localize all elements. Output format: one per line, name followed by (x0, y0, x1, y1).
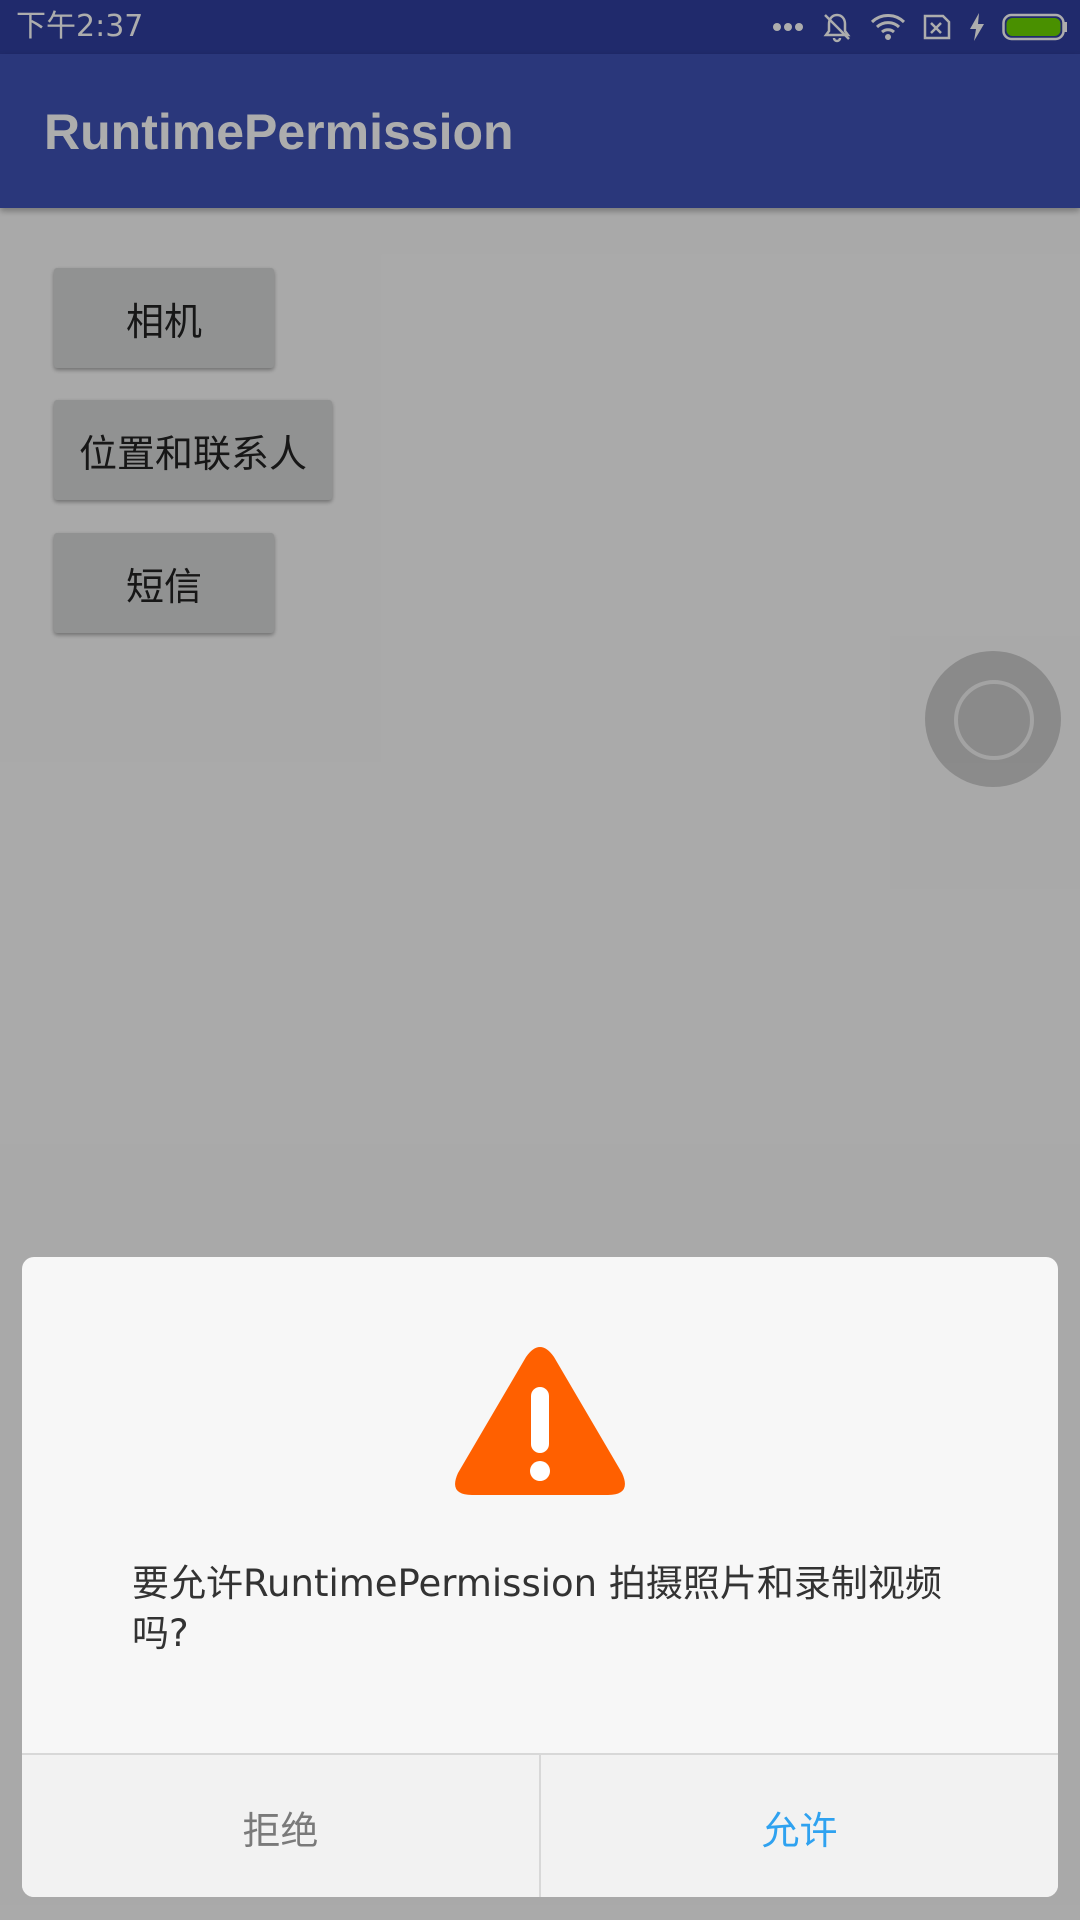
deny-button[interactable]: 拒绝 (22, 1755, 541, 1897)
warning-icon (455, 1347, 625, 1495)
screen: 下午2:37 RuntimePermission 相机 位置和联系人 短信 要允… (0, 0, 1080, 1920)
permission-dialog: 要允许RuntimePermission 拍摄照片和录制视频吗? 拒绝 允许 (22, 1257, 1058, 1897)
dialog-actions: 拒绝 允许 (22, 1753, 1058, 1897)
dialog-message: 要允许RuntimePermission 拍摄照片和录制视频吗? (132, 1562, 942, 1655)
allow-button[interactable]: 允许 (541, 1755, 1058, 1897)
